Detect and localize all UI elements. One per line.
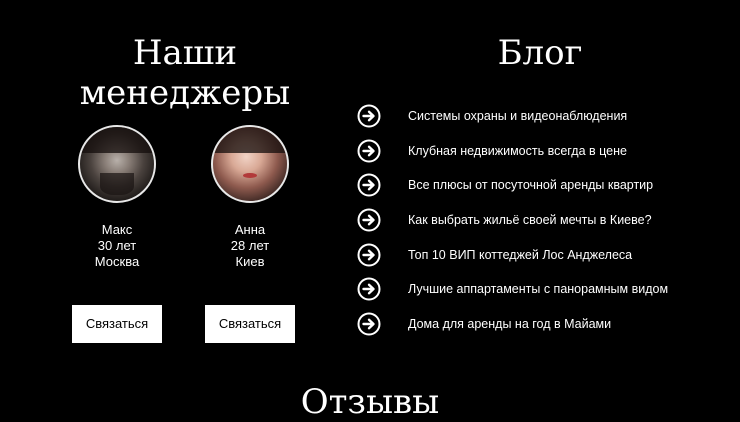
blog-post-link[interactable]: Системы охраны и видеонаблюдения	[408, 109, 627, 123]
blog-post-item[interactable]: Все плюсы от посуточной аренды квартир	[357, 168, 668, 203]
managers-title-line2: менеджеры	[79, 73, 291, 113]
manager-age: 30 лет	[97, 238, 137, 253]
avatar-lips	[243, 173, 257, 178]
arrow-right-circle-icon	[357, 277, 381, 301]
arrow-right-circle-icon	[357, 139, 381, 163]
blog-post-link[interactable]: Лучшие аппартаменты с панорамным видом	[408, 282, 668, 296]
manager-card-max: Макс 30 лет Москва Связаться	[47, 125, 187, 343]
blog-section-title: Блог	[497, 33, 583, 73]
blog-post-item[interactable]: Клубная недвижимость всегда в цене	[357, 134, 668, 169]
manager-age: 28 лет	[230, 238, 270, 253]
arrow-right-circle-icon	[357, 243, 381, 267]
blog-post-item[interactable]: Лучшие аппартаменты с панорамным видом	[357, 272, 668, 307]
manager-name: Анна	[234, 222, 266, 237]
manager-card-anna: Анна 28 лет Киев Связаться	[180, 125, 320, 343]
manager-city: Киев	[235, 254, 265, 269]
blog-post-item[interactable]: Как выбрать жильё своей мечты в Киеве?	[357, 203, 668, 238]
arrow-right-circle-icon	[357, 208, 381, 232]
blog-post-link[interactable]: Как выбрать жильё своей мечты в Киеве?	[408, 213, 652, 227]
managers-section-title: Наши менеджеры	[40, 33, 330, 113]
manager-info: Анна 28 лет Киев	[180, 222, 320, 270]
avatar	[78, 125, 156, 203]
blog-post-item[interactable]: Дома для аренды на год в Майами	[357, 307, 668, 342]
arrow-right-circle-icon	[357, 312, 381, 336]
arrow-right-circle-icon	[357, 104, 381, 128]
reviews-section-title: Отзывы	[300, 382, 440, 422]
blog-post-link[interactable]: Дома для аренды на год в Майами	[408, 317, 611, 331]
arrow-right-circle-icon	[357, 173, 381, 197]
contact-button[interactable]: Связаться	[72, 305, 162, 343]
manager-info: Макс 30 лет Москва	[47, 222, 187, 270]
avatar-beard	[100, 173, 134, 195]
blog-post-link[interactable]: Все плюсы от посуточной аренды квартир	[408, 178, 653, 192]
blog-post-link[interactable]: Топ 10 ВИП коттеджей Лос Анджелеса	[408, 248, 632, 262]
avatar-hair	[213, 127, 287, 153]
manager-city: Москва	[94, 254, 140, 269]
blog-post-item[interactable]: Системы охраны и видеонаблюдения	[357, 99, 668, 134]
avatar	[211, 125, 289, 203]
blog-post-list: Системы охраны и видеонаблюдения Клубная…	[357, 99, 668, 341]
blog-post-link[interactable]: Клубная недвижимость всегда в цене	[408, 144, 627, 158]
managers-title-line1: Наши	[132, 33, 238, 73]
avatar-hair	[80, 127, 154, 153]
contact-button[interactable]: Связаться	[205, 305, 295, 343]
blog-post-item[interactable]: Топ 10 ВИП коттеджей Лос Анджелеса	[357, 237, 668, 272]
manager-name: Макс	[101, 222, 133, 237]
